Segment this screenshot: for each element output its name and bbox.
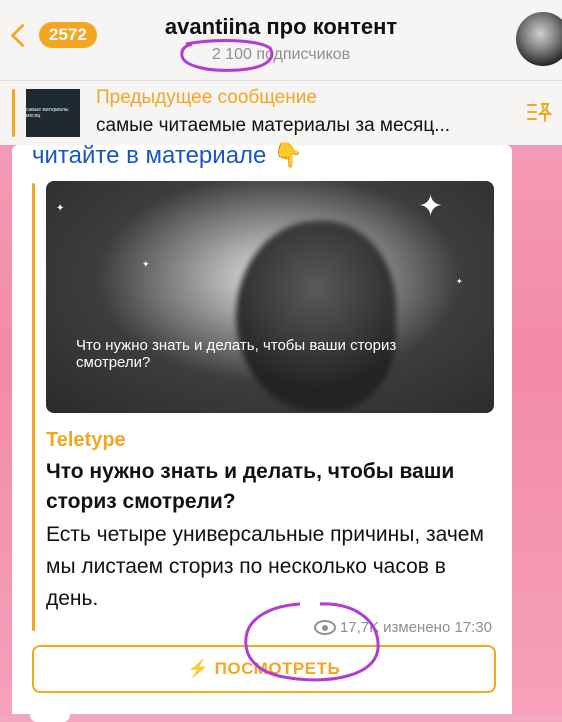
pinned-message-bar[interactable]: самые материалы месяц Предыдущее сообщен… xyxy=(0,80,562,145)
message-meta: 17,7K изменено 17:30 xyxy=(313,619,492,636)
next-message-stub xyxy=(30,708,70,722)
sparkle-icon: ✦ xyxy=(418,190,444,223)
preview-image[interactable]: ✦ ✦ ✦ ✦ Что нужно знать и делать, чтобы … xyxy=(46,181,494,413)
preview-description: Есть четыре универсальные причины, зачем… xyxy=(46,523,484,610)
sparkle-icon: ✦ xyxy=(56,203,65,214)
preview-title: Что нужно знать и делать, чтобы ваши сто… xyxy=(46,460,455,513)
view-button[interactable]: ⚡ ПОСМОТРЕТЬ xyxy=(32,645,496,693)
pinned-text: самые читаемые материалы за месяц... xyxy=(96,115,451,136)
channel-avatar[interactable] xyxy=(516,12,562,66)
chat-header: 2572 avantiina про контент 2 100 подписч… xyxy=(0,0,562,80)
pinned-indicator xyxy=(12,89,15,137)
view-count: 17,7K xyxy=(339,619,380,636)
channel-title[interactable]: avantiina про контент xyxy=(0,14,562,40)
preview-figure xyxy=(236,221,396,411)
subscriber-count: 2 100 подписчиков xyxy=(211,46,351,63)
link-preview-accent xyxy=(32,183,35,631)
preview-image-caption: Что нужно знать и делать, чтобы ваши сто… xyxy=(76,337,397,371)
pinned-thumbnail: самые материалы месяц xyxy=(26,89,80,137)
message-bubble: читайте в материале 👇 ✦ ✦ ✦ ✦ Что нужно … xyxy=(12,142,512,714)
pinned-title: Предыдущее сообщение xyxy=(96,87,317,108)
eye-icon xyxy=(313,620,336,635)
pin-list-icon[interactable] xyxy=(526,101,552,123)
preview-site-name: Teletype xyxy=(46,429,126,451)
message-text: читайте в материале 👇 xyxy=(32,142,303,169)
view-button-label: ⚡ ПОСМОТРЕТЬ xyxy=(187,659,341,678)
sparkle-icon: ✦ xyxy=(142,259,150,269)
sparkle-icon: ✦ xyxy=(456,277,463,286)
edited-time: изменено 17:30 xyxy=(383,619,492,636)
